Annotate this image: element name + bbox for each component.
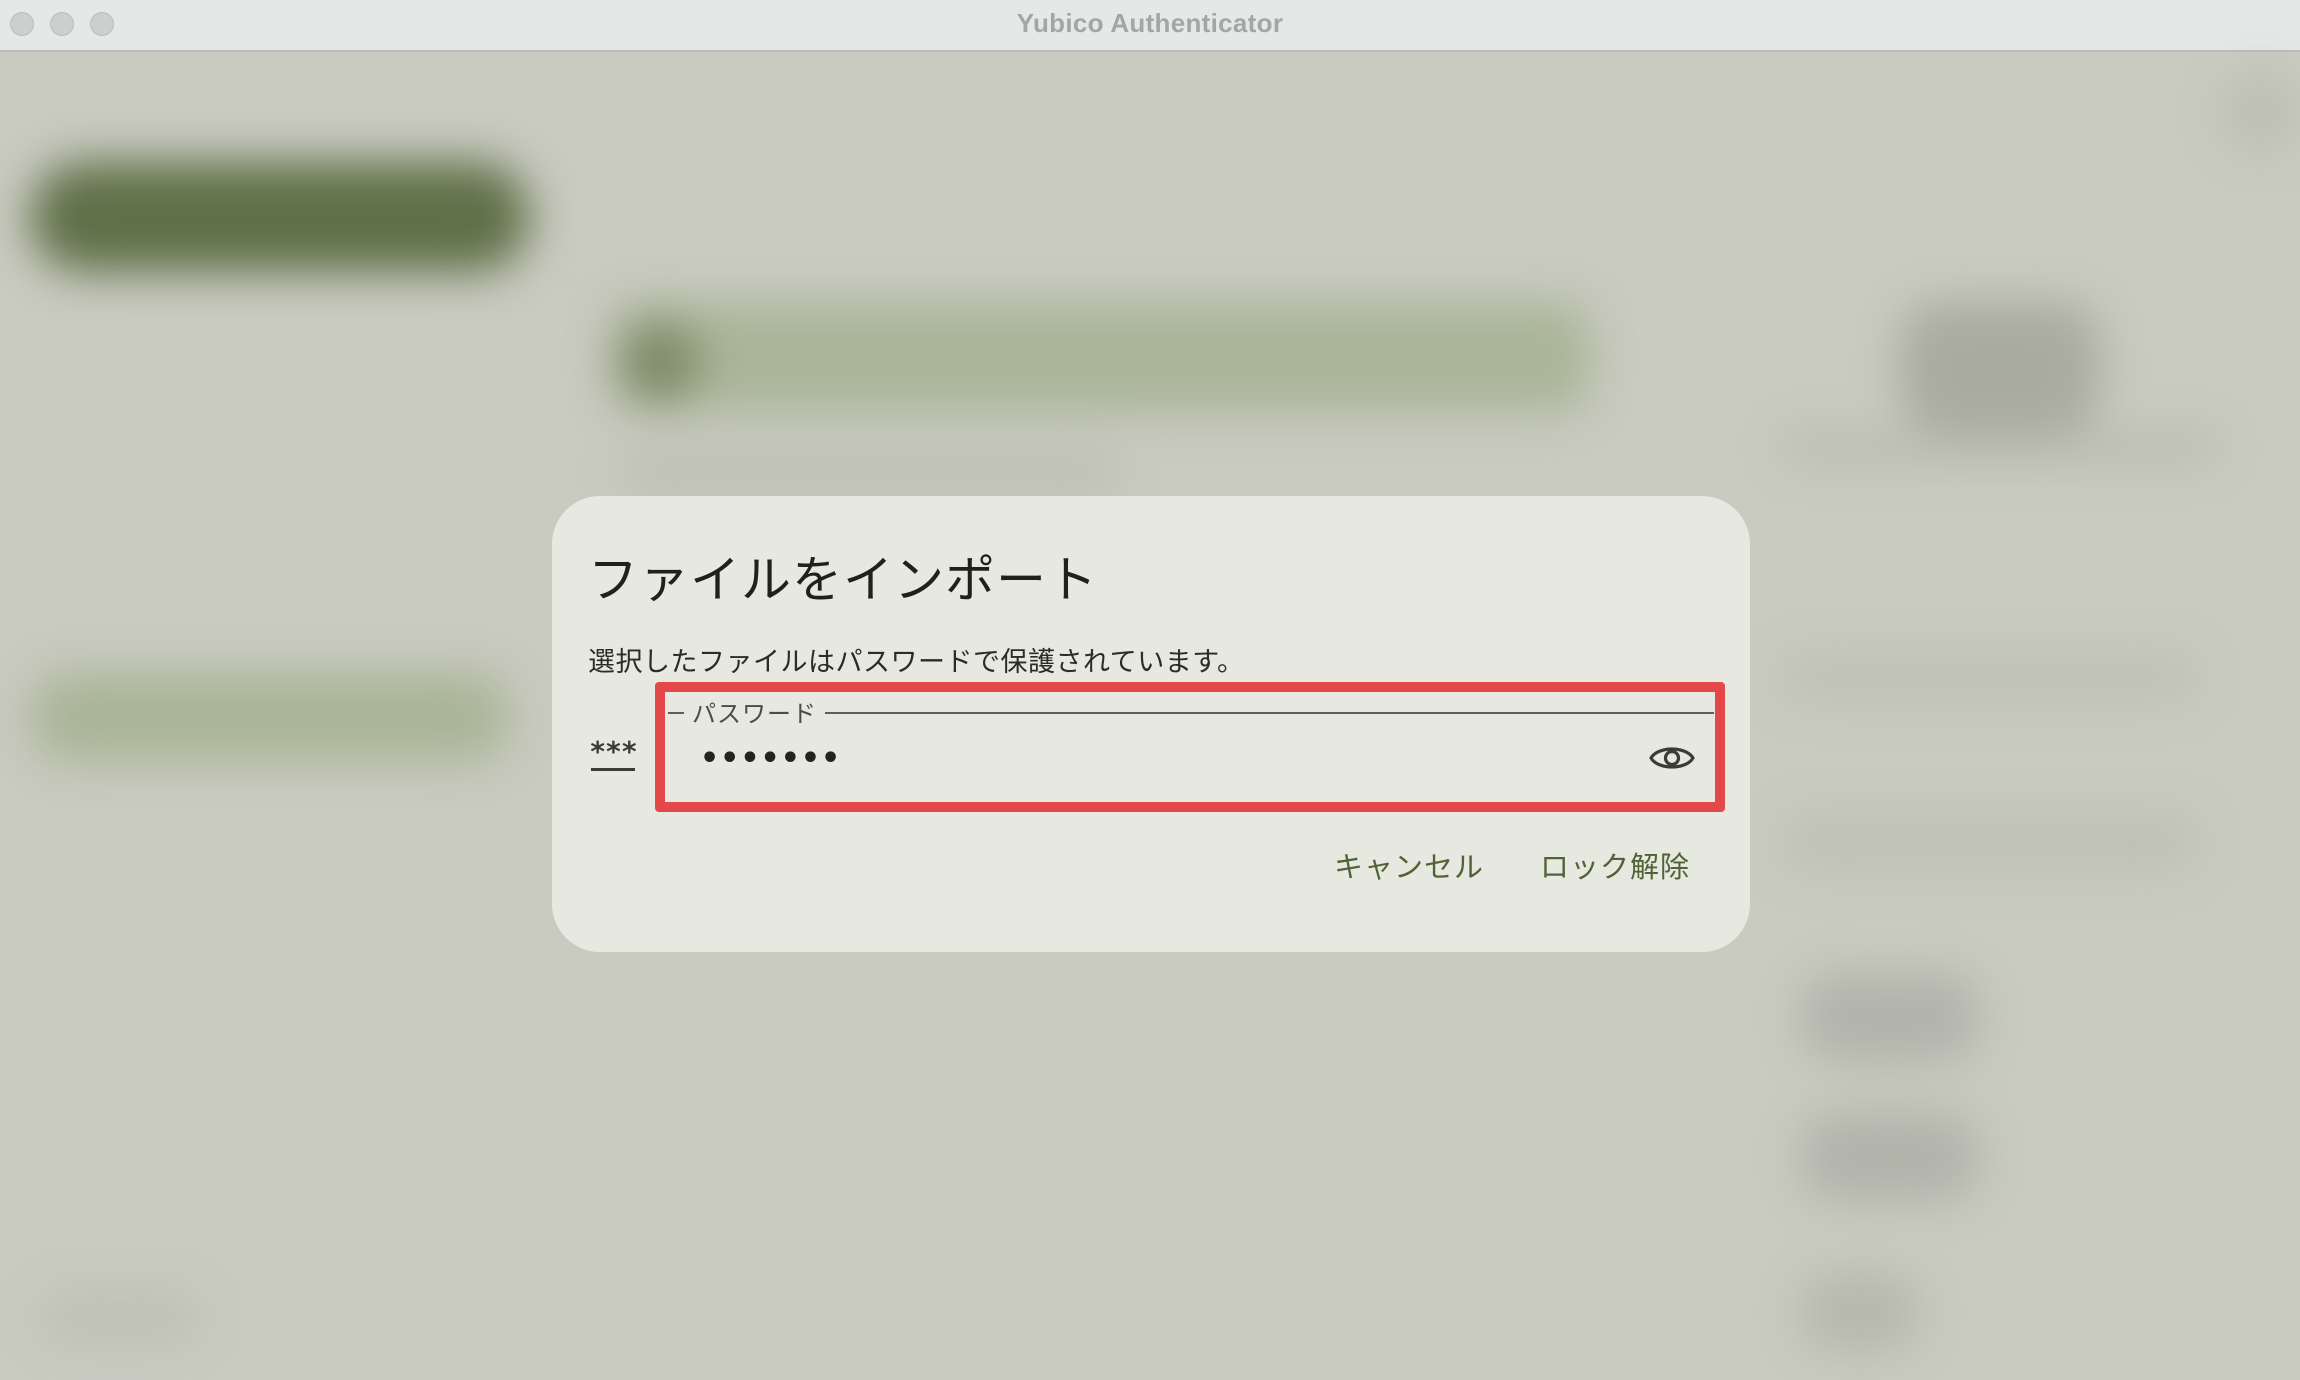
title-bar: Yubico Authenticator [0, 0, 2300, 52]
app-window: Yubico Authenticator ファイルをインポート 選択したファイル… [0, 0, 2300, 1380]
password-field-label: パスワード [692, 700, 817, 728]
import-file-dialog: ファイルをインポート 選択したファイルはパスワードで保護されています。 *** … [552, 496, 1750, 952]
dialog-title: ファイルをインポート [588, 551, 1098, 609]
toggle-visibility-button[interactable] [1644, 734, 1700, 782]
password-field[interactable]: パスワード [668, 694, 1714, 802]
dialog-message: 選択したファイルはパスワードで保護されています。 [588, 647, 1245, 678]
window-title: Yubico Authenticator [1016, 8, 1284, 38]
password-icon: *** [588, 738, 638, 774]
eye-icon [1649, 747, 1695, 769]
password-input[interactable] [700, 738, 1600, 778]
unlock-button[interactable]: ロック解除 [1528, 838, 1702, 892]
cancel-button[interactable]: キャンセル [1322, 838, 1496, 892]
